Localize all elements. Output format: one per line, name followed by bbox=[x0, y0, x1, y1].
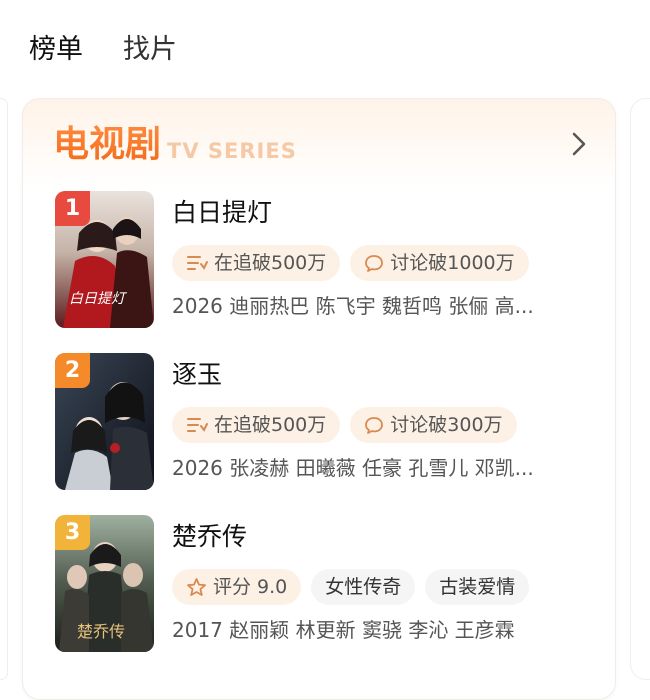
card-header[interactable]: 电视剧 TV SERIES bbox=[53, 121, 297, 167]
list-item[interactable]: 楚乔传 3 楚乔传 评分 9.0 女性传奇 古装爱情 2017 赵丽颖 林更新 … bbox=[55, 515, 595, 655]
item-title: 楚乔传 bbox=[172, 522, 248, 551]
tag-discussion[interactable]: 讨论破300万 bbox=[350, 407, 517, 443]
item-info: 白日提灯 在追破500万 讨论破1000万 2026 迪丽热巴 陈飞宇 魏哲鸣 … bbox=[172, 191, 602, 318]
list-item[interactable]: 白日提灯 1 白日提灯 在追破500万 讨论破1000万 2026 迪丽热巴 陈… bbox=[55, 191, 595, 331]
item-meta: 2017 赵丽颖 林更新 窦骁 李沁 王彦霖 bbox=[172, 618, 515, 642]
watchlist-icon bbox=[186, 253, 208, 273]
tv-series-card: 电视剧 TV SERIES 白日提灯 1 白日提灯 在追破500万 讨论破100… bbox=[22, 98, 616, 700]
tag-genre[interactable]: 女性传奇 bbox=[311, 569, 416, 605]
tag-text: 女性传奇 bbox=[325, 576, 402, 598]
tag-text: 在追破500万 bbox=[214, 414, 327, 436]
tag-row: 在追破500万 讨论破300万 bbox=[172, 407, 517, 443]
card-title: 电视剧 bbox=[53, 124, 162, 165]
rank-badge: 2 bbox=[55, 353, 90, 388]
comment-icon bbox=[364, 253, 384, 273]
chevron-right-icon[interactable] bbox=[571, 131, 587, 163]
svg-text:白日提灯: 白日提灯 bbox=[69, 291, 128, 307]
next-card-edge[interactable] bbox=[630, 98, 650, 680]
svg-text:楚乔传: 楚乔传 bbox=[77, 622, 125, 641]
list-item[interactable]: 2 逐玉 在追破500万 讨论破300万 2026 张凌赫 田曦薇 任豪 孔雪儿… bbox=[55, 353, 595, 493]
tag-following[interactable]: 在追破500万 bbox=[172, 407, 341, 443]
tag-text: 在追破500万 bbox=[214, 252, 327, 274]
tag-row: 评分 9.0 女性传奇 古装爱情 bbox=[172, 569, 530, 605]
item-info: 逐玉 在追破500万 讨论破300万 2026 张凌赫 田曦薇 任豪 孔雪儿 邓… bbox=[172, 353, 602, 480]
item-info: 楚乔传 评分 9.0 女性传奇 古装爱情 2017 赵丽颖 林更新 窦骁 李沁 … bbox=[172, 515, 602, 642]
rank-badge: 3 bbox=[55, 515, 90, 550]
rank-badge: 1 bbox=[55, 191, 90, 226]
watchlist-icon bbox=[186, 415, 208, 435]
tag-row: 在追破500万 讨论破1000万 bbox=[172, 245, 529, 281]
tag-rating[interactable]: 评分 9.0 bbox=[172, 569, 302, 605]
top-tabs: 榜单 找片 bbox=[29, 30, 177, 70]
item-title: 逐玉 bbox=[172, 360, 223, 389]
previous-card-edge[interactable] bbox=[0, 98, 8, 680]
comment-icon bbox=[364, 415, 384, 435]
item-title: 白日提灯 bbox=[172, 198, 273, 227]
tag-following[interactable]: 在追破500万 bbox=[172, 245, 341, 281]
card-subtitle: TV SERIES bbox=[167, 139, 297, 163]
tag-text: 古装爱情 bbox=[439, 576, 516, 598]
tab-find-shows[interactable]: 找片 bbox=[123, 30, 177, 70]
tag-text: 讨论破1000万 bbox=[390, 252, 515, 274]
tag-text: 评分 9.0 bbox=[213, 576, 288, 598]
item-meta: 2026 迪丽热巴 陈飞宇 魏哲鸣 张俪 高... bbox=[172, 294, 534, 318]
tag-text: 讨论破300万 bbox=[390, 414, 503, 436]
tag-genre[interactable]: 古装爱情 bbox=[425, 569, 530, 605]
tag-discussion[interactable]: 讨论破1000万 bbox=[350, 245, 529, 281]
tab-rankings[interactable]: 榜单 bbox=[29, 30, 83, 70]
star-icon bbox=[186, 577, 207, 597]
item-meta: 2026 张凌赫 田曦薇 任豪 孔雪儿 邓凯... bbox=[172, 456, 534, 480]
